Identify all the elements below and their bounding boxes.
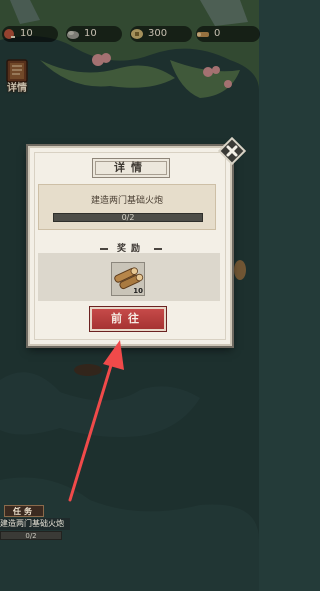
- quest-progress: 0/2: [0, 531, 62, 540]
- task-progress-text: 0/2: [121, 213, 135, 222]
- quest-title: 任务: [4, 505, 44, 517]
- dialog-title: 详情: [92, 158, 170, 178]
- reward-count: 10: [133, 287, 143, 295]
- task-progress-bar: 0/2: [53, 213, 203, 222]
- task-box: 建造两门基础火炮 0/2: [38, 184, 216, 230]
- close-button[interactable]: [218, 137, 246, 165]
- go-button[interactable]: 前往: [90, 307, 166, 331]
- quest-name: 建造两门基础火炮: [0, 518, 70, 530]
- task-name: 建造两门基础火炮: [90, 196, 163, 206]
- quest-panel[interactable]: 任务 建造两门基础火炮 0/2: [0, 505, 70, 541]
- reward-item[interactable]: 10: [111, 262, 145, 296]
